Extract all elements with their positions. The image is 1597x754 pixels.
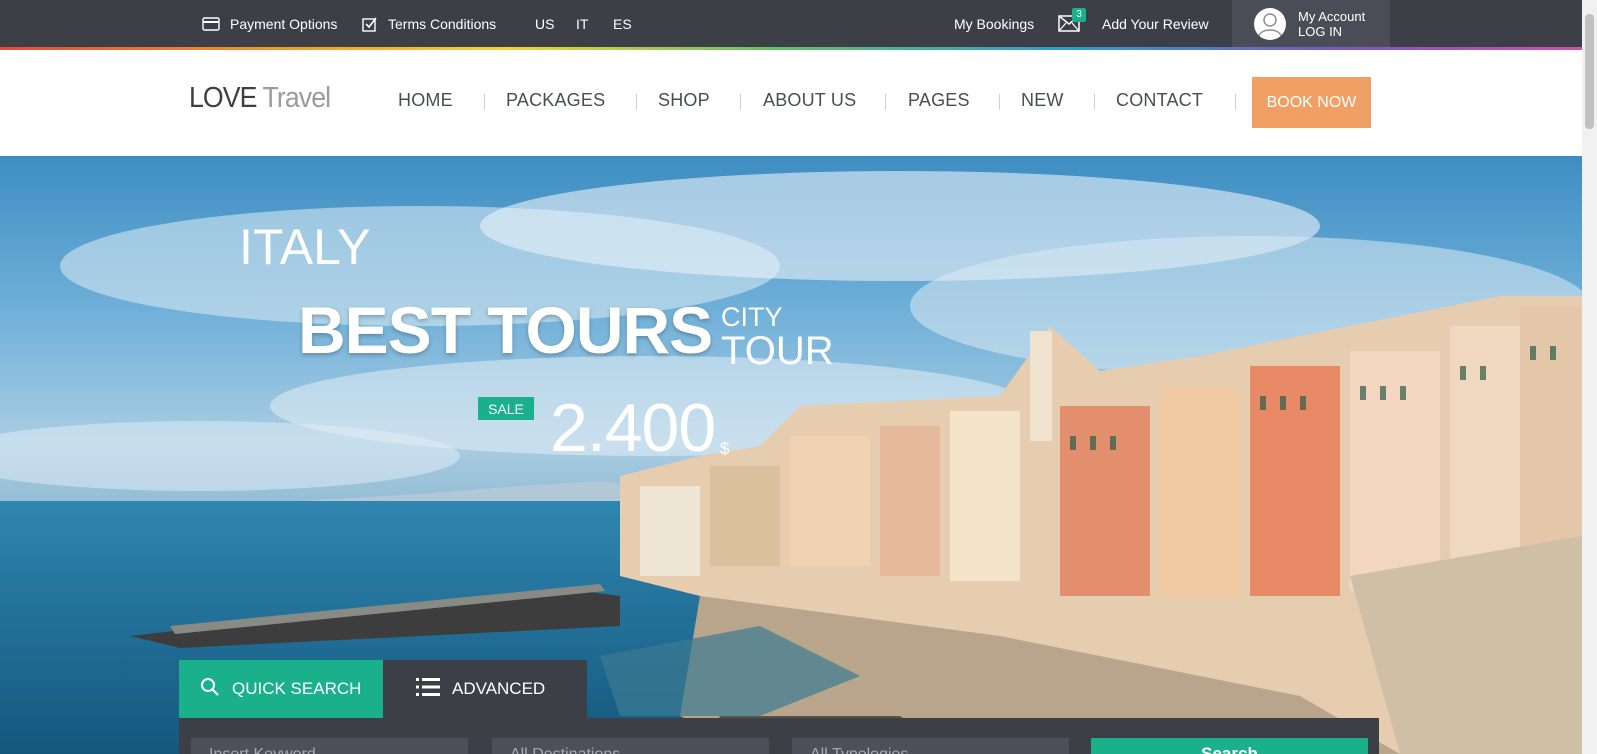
tab-advanced[interactable]: ADVANCED bbox=[383, 660, 587, 718]
main-header: LOVE Travel HOME PACKAGES SHOP ABOUT US … bbox=[0, 50, 1582, 156]
credit-card-icon bbox=[202, 16, 220, 31]
nav-divider bbox=[636, 94, 637, 110]
site-logo[interactable]: LOVE Travel bbox=[189, 82, 332, 115]
logo-love: LOVE bbox=[189, 82, 257, 114]
hero-country: ITALY bbox=[239, 219, 371, 275]
search-icon bbox=[200, 677, 220, 702]
search-button[interactable]: Search bbox=[1091, 738, 1368, 754]
nav-divider bbox=[999, 94, 1000, 110]
scrollbar-thumb[interactable] bbox=[1585, 14, 1594, 129]
top-bar: Payment Options Terms Conditions US IT E… bbox=[0, 0, 1582, 47]
nav-home[interactable]: HOME bbox=[398, 90, 453, 111]
sale-badge: SALE bbox=[478, 397, 534, 420]
nav-shop[interactable]: SHOP bbox=[658, 90, 710, 111]
user-avatar-icon bbox=[1254, 7, 1286, 40]
lang-us[interactable]: US bbox=[535, 0, 554, 47]
list-icon bbox=[416, 677, 440, 702]
book-now-button[interactable]: BOOK NOW bbox=[1252, 77, 1371, 128]
my-account-label: My Account bbox=[1298, 8, 1366, 24]
tab-quick-search-label: QUICK SEARCH bbox=[232, 679, 362, 698]
my-bookings-link[interactable]: My Bookings bbox=[954, 0, 1034, 47]
nav-divider bbox=[740, 94, 741, 110]
nav-divider bbox=[484, 94, 485, 110]
login-label: LOG IN bbox=[1298, 23, 1343, 39]
nav-new[interactable]: NEW bbox=[1021, 90, 1064, 111]
hero-sub-tour: TOUR bbox=[721, 329, 834, 373]
nav-divider bbox=[1235, 94, 1236, 110]
nav-contact[interactable]: CONTACT bbox=[1116, 90, 1203, 111]
page-scrollbar[interactable] bbox=[1582, 0, 1597, 754]
lang-it[interactable]: IT bbox=[576, 0, 588, 47]
payment-options-label: Payment Options bbox=[230, 15, 338, 32]
lang-es[interactable]: ES bbox=[613, 0, 632, 47]
nav-packages[interactable]: PACKAGES bbox=[506, 90, 605, 111]
search-panel: Insert Keyword All Destinations All Typo… bbox=[179, 718, 1379, 754]
add-review-link[interactable]: Add Your Review bbox=[1102, 0, 1209, 47]
keyword-input[interactable]: Insert Keyword bbox=[191, 738, 468, 754]
my-account-button[interactable]: My Account LOG IN bbox=[1232, 0, 1390, 47]
nav-divider bbox=[885, 94, 886, 110]
terms-conditions-link[interactable]: Terms Conditions bbox=[362, 0, 496, 47]
destinations-select[interactable]: All Destinations bbox=[492, 738, 769, 754]
terms-conditions-label: Terms Conditions bbox=[388, 15, 497, 32]
mail-count-badge: 3 bbox=[1072, 8, 1086, 22]
typologies-select[interactable]: All Typologies bbox=[792, 738, 1069, 754]
payment-options-link[interactable]: Payment Options bbox=[202, 0, 337, 47]
hero-price: 2.400 bbox=[550, 390, 716, 466]
tab-advanced-label: ADVANCED bbox=[452, 679, 546, 698]
nav-pages[interactable]: PAGES bbox=[908, 90, 970, 111]
hero-headline: BEST TOURS bbox=[298, 293, 713, 367]
hero-price-unit: $ bbox=[720, 439, 730, 458]
nav-about-us[interactable]: ABOUT US bbox=[763, 90, 856, 111]
nav-divider bbox=[1094, 94, 1095, 110]
tab-quick-search[interactable]: QUICK SEARCH bbox=[179, 660, 383, 718]
checkbox-icon bbox=[362, 16, 378, 32]
logo-travel: Travel bbox=[262, 82, 332, 114]
